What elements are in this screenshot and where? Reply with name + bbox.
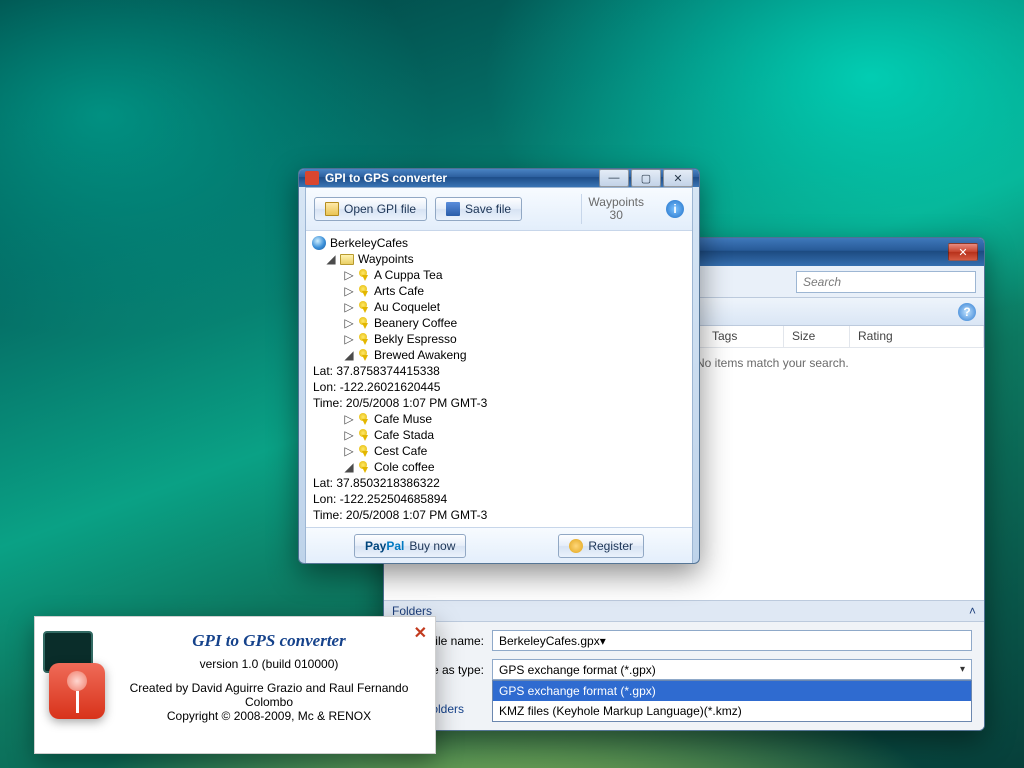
gpi-titlebar[interactable]: GPI to GPS converter — ▢ ✕ bbox=[299, 169, 699, 187]
open-gpi-button[interactable]: Open GPI file bbox=[314, 197, 427, 221]
tree-item[interactable]: A Cuppa Tea bbox=[374, 267, 443, 283]
gpi-converter-window: GPI to GPS converter — ▢ ✕ Open GPI file… bbox=[298, 168, 700, 564]
info-icon[interactable]: i bbox=[666, 200, 684, 218]
about-credits: Created by David Aguirre Grazio and Raul… bbox=[121, 681, 417, 709]
pin-icon bbox=[358, 429, 370, 441]
tree-item[interactable]: Cafe Stada bbox=[374, 427, 434, 443]
tree-item[interactable]: Au Coquelet bbox=[374, 299, 440, 315]
tree-detail: Time: 20/5/2008 1:07 PM GMT-3 bbox=[313, 507, 487, 523]
paypal-icon: PayPal bbox=[365, 539, 404, 553]
waypoint-tree[interactable]: BerkeleyCafes ◢ Waypoints ▷ A Cuppa Tea ▷ A… bbox=[306, 231, 692, 527]
empty-message: No items match your search. bbox=[696, 356, 849, 370]
help-icon[interactable]: ? bbox=[958, 303, 976, 321]
buy-now-button[interactable]: PayPal Buy now bbox=[354, 534, 466, 558]
about-version: version 1.0 (build 010000) bbox=[121, 657, 417, 671]
expand-icon[interactable]: ▷ bbox=[344, 443, 354, 459]
pin-icon bbox=[358, 333, 370, 345]
about-copyright: Copyright © 2008-2009, Mc & RENOX bbox=[121, 709, 417, 723]
tree-detail: Lon: -122.252504685894 bbox=[313, 491, 447, 507]
folders-collapse-bar[interactable]: Folders ˄ bbox=[384, 600, 984, 622]
tree-item[interactable]: Arts Cafe bbox=[374, 283, 424, 299]
tree-folder[interactable]: Waypoints bbox=[358, 251, 414, 267]
expand-icon[interactable]: ▷ bbox=[344, 331, 354, 347]
collapse-icon[interactable]: ◢ bbox=[326, 251, 336, 267]
tree-item[interactable]: Brewed Awakeng bbox=[374, 347, 467, 363]
savetype-combo[interactable]: GPS exchange format (*.gpx) ▾ GPS exchan… bbox=[492, 659, 972, 680]
pin-icon bbox=[358, 445, 370, 457]
tree-item[interactable]: Cafe Muse bbox=[374, 411, 432, 427]
app-icon bbox=[305, 171, 319, 185]
expand-icon[interactable]: ▷ bbox=[344, 411, 354, 427]
save-file-button[interactable]: Save file bbox=[435, 197, 522, 221]
save-file-label: Save file bbox=[465, 202, 511, 216]
filename-input[interactable]: BerkeleyCafes.gpx ▾ bbox=[492, 630, 972, 651]
waypoint-count-value: 30 bbox=[588, 209, 644, 222]
tree-item[interactable]: Bekly Espresso bbox=[374, 331, 457, 347]
close-button[interactable]: ✕ bbox=[948, 243, 978, 261]
waypoint-count: Waypoints 30 bbox=[581, 194, 650, 224]
floppy-icon bbox=[446, 202, 460, 216]
maximize-button[interactable]: ▢ bbox=[631, 169, 661, 187]
pin-icon bbox=[358, 461, 370, 473]
pin-icon bbox=[358, 349, 370, 361]
chevron-up-icon: ˄ bbox=[969, 604, 976, 618]
collapse-icon[interactable]: ◢ bbox=[344, 347, 354, 363]
tree-detail: Time: 20/5/2008 1:07 PM GMT-3 bbox=[313, 395, 487, 411]
tree-item[interactable]: Cest Cafe bbox=[374, 443, 427, 459]
savetype-dropdown: GPS exchange format (*.gpx) KMZ files (K… bbox=[492, 680, 972, 722]
filename-value: BerkeleyCafes.gpx bbox=[499, 634, 600, 648]
pin-icon bbox=[49, 663, 105, 719]
expand-icon[interactable]: ▷ bbox=[344, 315, 354, 331]
tree-detail: Lat: 37.8758374415338 bbox=[313, 363, 440, 379]
tree-detail: Lon: -122.26021620445 bbox=[313, 379, 440, 395]
caret-icon: ▾ bbox=[960, 664, 965, 675]
col-size[interactable]: Size bbox=[784, 326, 850, 347]
folder-icon bbox=[340, 254, 354, 265]
caret-icon: ▾ bbox=[600, 634, 606, 648]
tree-root[interactable]: BerkeleyCafes bbox=[330, 235, 408, 251]
close-icon[interactable]: ✕ bbox=[414, 623, 427, 643]
search-input[interactable]: Search bbox=[796, 271, 976, 293]
expand-icon[interactable]: ▷ bbox=[344, 299, 354, 315]
register-label: Register bbox=[588, 539, 633, 553]
pin-icon bbox=[358, 285, 370, 297]
buy-now-label: Buy now bbox=[409, 539, 455, 553]
expand-icon[interactable]: ▷ bbox=[344, 427, 354, 443]
tree-item[interactable]: Cole coffee bbox=[374, 459, 435, 475]
expand-icon[interactable]: ▷ bbox=[344, 267, 354, 283]
collapse-icon[interactable]: ◢ bbox=[344, 459, 354, 475]
register-button[interactable]: Register bbox=[558, 534, 644, 558]
window-title: GPI to GPS converter bbox=[325, 171, 599, 185]
folder-open-icon bbox=[325, 202, 339, 216]
col-rating[interactable]: Rating bbox=[850, 326, 984, 347]
pin-icon bbox=[358, 301, 370, 313]
pin-icon bbox=[358, 413, 370, 425]
tree-item[interactable]: Beanery Coffee bbox=[374, 315, 457, 331]
pin-icon bbox=[358, 317, 370, 329]
gear-icon bbox=[569, 539, 583, 553]
globe-icon bbox=[312, 236, 326, 250]
savetype-value: GPS exchange format (*.gpx) bbox=[499, 663, 656, 677]
pin-icon bbox=[358, 269, 370, 281]
minimize-button[interactable]: — bbox=[599, 169, 629, 187]
tree-detail: Lat: 37.8503218386322 bbox=[313, 475, 440, 491]
col-tags[interactable]: Tags bbox=[704, 326, 784, 347]
savetype-option[interactable]: GPS exchange format (*.gpx) bbox=[493, 681, 971, 701]
about-box: ✕ GPI to GPS converter version 1.0 (buil… bbox=[34, 616, 436, 754]
expand-icon[interactable]: ▷ bbox=[344, 283, 354, 299]
close-button[interactable]: ✕ bbox=[663, 169, 693, 187]
about-title: GPI to GPS converter bbox=[121, 631, 417, 651]
open-gpi-label: Open GPI file bbox=[344, 202, 416, 216]
savetype-option[interactable]: KMZ files (Keyhole Markup Language)(*.km… bbox=[493, 701, 971, 721]
